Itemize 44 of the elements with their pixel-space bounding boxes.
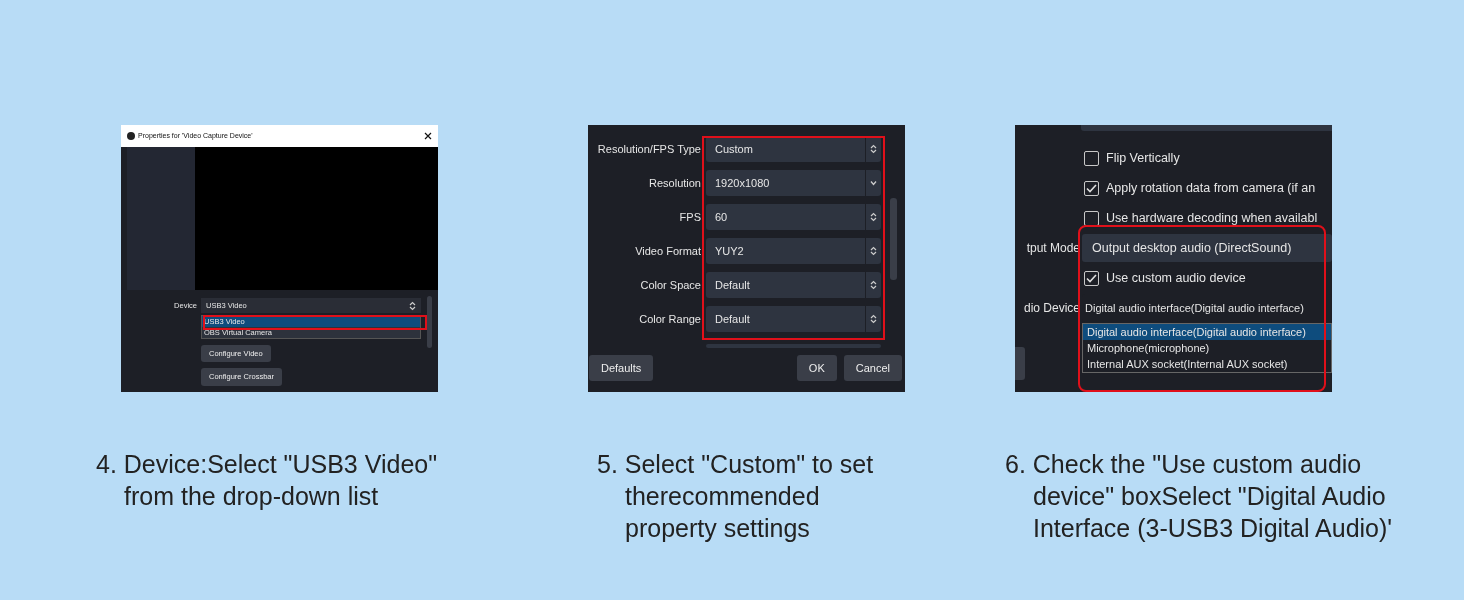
defaults-button[interactable]: Defaults [589,355,654,381]
checkbox-label: Flip Vertically [1106,149,1180,167]
step-caption: 6. Check the "Use custom audio device" boxSelect "Digital Audio Interface (3-USB3 Digital Audio)' [1005,449,1394,544]
step-caption: 5. Select "Custom" to set therecommended property settings [597,449,875,544]
checkbox-label: Apply rotation data from camera (if an [1106,179,1316,197]
setting-dropdown[interactable]: Custom [706,136,881,162]
field-label: dio Device [1022,300,1080,317]
step-caption: 4. Device:Select "USB3 Video" from the drop-down list [96,449,439,512]
setting-dropdown[interactable]: Default [706,272,881,298]
dropdown-option[interactable]: Microphone(microphone) [1083,340,1331,356]
checkbox[interactable] [1084,180,1099,196]
dropdown-option[interactable]: Internal AUX socket(Internal AUX socket) [1083,356,1331,372]
setting-dropdown[interactable]: Default [706,306,881,332]
up-down-arrows-icon [870,144,877,154]
field-label: Color Space [639,277,701,293]
setting-dropdown[interactable]: 1920x1080 [706,170,881,196]
app-icon [127,132,135,140]
checkbox[interactable] [1084,150,1099,166]
up-down-arrows-icon [870,280,877,290]
checkbox-label: Use custom audio device [1106,269,1246,287]
field-label: FPS [678,209,701,225]
setting-dropdown[interactable]: Output desktop audio (DirectSound) [1082,234,1332,262]
up-down-arrows-icon [870,314,877,324]
up-down-arrows-icon [870,212,877,222]
up-down-arrows-icon [870,246,877,256]
check-icon [1086,183,1097,193]
field-label: Video Format [634,243,701,259]
field-label: Color Range [638,311,701,327]
setting-dropdown[interactable]: 60 [706,204,881,230]
field-label: Resolution/FPS Type [596,141,701,157]
up-down-arrows-icon [409,300,416,311]
field-label: Resolution [648,175,701,191]
dropdown-option[interactable]: Digital audio interface(Digital audio interface) [1083,324,1331,340]
check-icon [1086,273,1097,283]
scrollbar [427,296,432,348]
caret-down-icon [870,180,877,186]
field-label: tput Mode [1025,240,1080,257]
setting-dropdown[interactable]: YUY2 [706,238,881,264]
dialog-button[interactable]: OK [796,355,837,381]
close-icon [424,132,432,140]
dialog-button[interactable]: Cancel [843,355,902,381]
checkbox[interactable] [1084,270,1099,286]
checkbox-label: Use hardware decoding when availabl [1106,209,1318,227]
checkbox[interactable] [1084,210,1099,226]
